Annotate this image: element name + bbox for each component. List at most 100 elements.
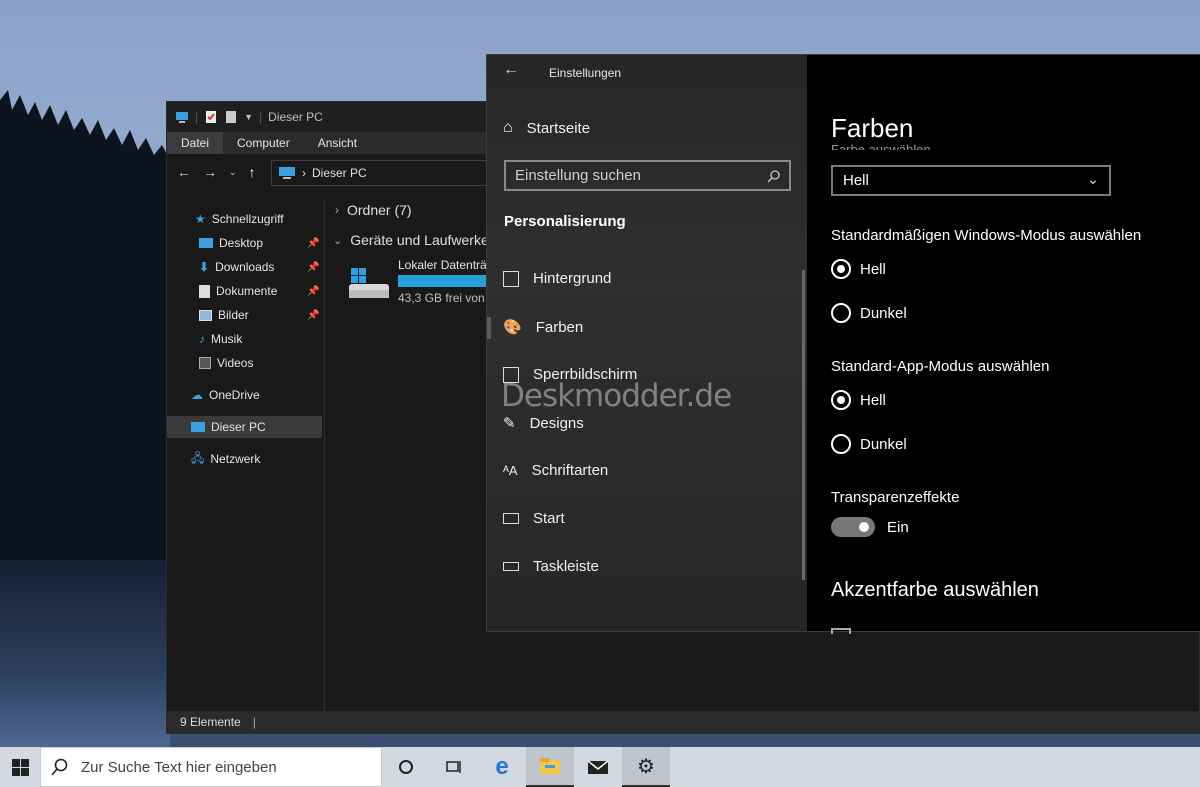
mail-button[interactable] xyxy=(574,747,622,787)
computer-icon xyxy=(279,167,295,179)
clipped-subheading: Farbe auswählen xyxy=(831,142,931,150)
group-label: Geräte und Laufwerke xyxy=(350,232,489,248)
radio-app-hell[interactable]: Hell xyxy=(831,390,886,410)
radio-windows-dunkel[interactable]: Dunkel xyxy=(831,303,907,323)
file-explorer-button[interactable] xyxy=(526,747,574,787)
settings-search-input[interactable]: Einstellung suchen xyxy=(504,160,791,191)
radio-label: Dunkel xyxy=(860,435,907,453)
color-mode-select[interactable]: Hell ⌄ xyxy=(831,165,1111,196)
accent-heading: Akzentfarbe auswählen xyxy=(831,579,1039,601)
new-folder-icon[interactable] xyxy=(224,110,238,124)
app-mode-label: Standard-App-Modus auswählen xyxy=(831,358,1050,375)
menu-label: Schriftarten xyxy=(531,462,609,479)
menu-item-start[interactable]: Start xyxy=(503,510,565,527)
watermark: Deskmodder.de xyxy=(501,378,732,414)
document-icon xyxy=(199,284,210,298)
sidebar-scrollbar[interactable] xyxy=(802,270,805,580)
brush-icon: ✎ xyxy=(503,415,516,432)
cortana-button[interactable] xyxy=(382,747,430,787)
radio-label: Hell xyxy=(860,391,886,409)
back-arrow-icon[interactable]: ← xyxy=(177,164,191,180)
settings-title: Einstellungen xyxy=(549,66,622,80)
tab-computer[interactable]: Computer xyxy=(223,132,304,154)
nav-home[interactable]: ⌂ Startseite xyxy=(503,119,590,137)
star-icon: ★ xyxy=(195,212,206,226)
nav-item-desktop[interactable]: Desktop 📌 xyxy=(199,232,325,254)
computer-icon xyxy=(176,112,188,123)
radio-unselected-icon xyxy=(831,303,851,323)
address-path: Dieser PC xyxy=(312,166,367,180)
nav-item-downloads[interactable]: ⬇ Downloads 📌 xyxy=(199,256,325,278)
up-arrow-icon[interactable]: ↑ xyxy=(249,164,256,180)
transparency-toggle[interactable]: Ein xyxy=(831,517,909,537)
nav-item-dieser-pc[interactable]: Dieser PC xyxy=(167,416,322,438)
group-ordner[interactable]: › Ordner (7) xyxy=(335,202,412,218)
font-icon: ᴬA xyxy=(503,463,518,478)
taskbar-search-box[interactable]: Zur Suche Text hier eingeben xyxy=(40,747,382,787)
pin-icon[interactable]: 📌 xyxy=(307,310,319,321)
properties-icon[interactable] xyxy=(204,110,218,124)
nav-item-onedrive[interactable]: ☁ OneDrive xyxy=(191,384,260,406)
menu-item-hintergrund[interactable]: Hintergrund xyxy=(503,270,611,287)
nav-item-videos[interactable]: Videos xyxy=(199,352,253,374)
chevron-down-icon: ⌄ xyxy=(1087,171,1099,187)
chevron-down-icon[interactable]: ▼ xyxy=(244,112,253,122)
transparency-label: Transparenzeffekte xyxy=(831,489,960,506)
search-placeholder: Zur Suche Text hier eingeben xyxy=(81,758,277,776)
menu-item-schriftarten[interactable]: ᴬA Schriftarten xyxy=(503,462,608,479)
nav-item-bilder[interactable]: Bilder 📌 xyxy=(199,304,325,326)
settings-icon: ⚙ xyxy=(637,755,655,778)
nav-item-dokumente[interactable]: Dokumente 📌 xyxy=(199,280,325,302)
selection-indicator xyxy=(487,317,491,339)
nav-label: OneDrive xyxy=(209,388,260,402)
settings-button[interactable]: ⚙ xyxy=(622,747,670,787)
start-button[interactable] xyxy=(0,747,40,787)
nav-label: Desktop xyxy=(219,236,264,250)
tab-ansicht[interactable]: Ansicht xyxy=(304,132,371,154)
menu-label: Farben xyxy=(535,318,584,336)
nav-item-schnellzugriff[interactable]: ★ Schnellzugriff xyxy=(195,208,284,230)
recent-chevron-icon[interactable]: ⌄ xyxy=(229,167,237,178)
nav-item-netzwerk[interactable]: 🖧 Netzwerk xyxy=(191,448,260,470)
section-heading: Personalisierung xyxy=(504,213,626,230)
pin-icon[interactable]: 📌 xyxy=(307,238,319,249)
home-icon: ⌂ xyxy=(503,119,513,136)
drive-name: Lokaler Datenträ xyxy=(398,258,487,272)
computer-icon xyxy=(191,422,205,432)
edge-button[interactable]: e xyxy=(478,747,526,787)
drive-icon xyxy=(349,268,389,298)
menu-item-farben[interactable]: 🎨 Farben xyxy=(503,318,584,337)
pin-icon[interactable]: 📌 xyxy=(307,286,319,297)
page-title: Farben xyxy=(831,113,914,143)
nav-item-musik[interactable]: ♪ Musik xyxy=(199,328,242,350)
forest-silhouette xyxy=(0,90,170,560)
accent-checkbox[interactable] xyxy=(831,628,851,634)
toggle-switch[interactable] xyxy=(831,517,875,537)
picture-icon xyxy=(199,309,212,321)
tab-datei[interactable]: Datei xyxy=(167,132,224,154)
radio-unselected-icon xyxy=(831,434,851,454)
picture-icon xyxy=(503,270,519,287)
settings-sidebar: ← Einstellungen ⌂ Startseite Einstellung… xyxy=(487,55,807,631)
group-geraete[interactable]: ⌄ Geräte und Laufwerke xyxy=(333,232,489,248)
nav-label: Netzwerk xyxy=(210,452,261,466)
taskbar: Zur Suche Text hier eingeben e ⚙ xyxy=(0,747,1200,787)
menu-item-taskleiste[interactable]: Taskleiste xyxy=(503,558,599,575)
search-icon[interactable] xyxy=(767,169,781,187)
back-arrow-icon[interactable]: ← xyxy=(503,61,519,79)
menu-label: Hintergrund xyxy=(533,270,612,287)
lake-reflection xyxy=(0,560,170,747)
mail-icon xyxy=(587,760,609,774)
task-view-button[interactable] xyxy=(430,747,478,787)
nav-label: Downloads xyxy=(215,260,275,274)
forward-arrow-icon[interactable]: → xyxy=(203,164,217,180)
radio-windows-hell[interactable]: Hell xyxy=(831,259,886,279)
cortana-icon xyxy=(399,760,413,774)
menu-item-designs[interactable]: ✎ Designs xyxy=(503,414,584,433)
start-icon xyxy=(503,513,519,524)
download-icon: ⬇ xyxy=(199,260,210,274)
cloud-icon: ☁ xyxy=(191,388,203,402)
radio-app-dunkel[interactable]: Dunkel xyxy=(831,434,907,454)
pin-icon[interactable]: 📌 xyxy=(307,262,319,273)
window-title: Dieser PC xyxy=(268,110,323,124)
